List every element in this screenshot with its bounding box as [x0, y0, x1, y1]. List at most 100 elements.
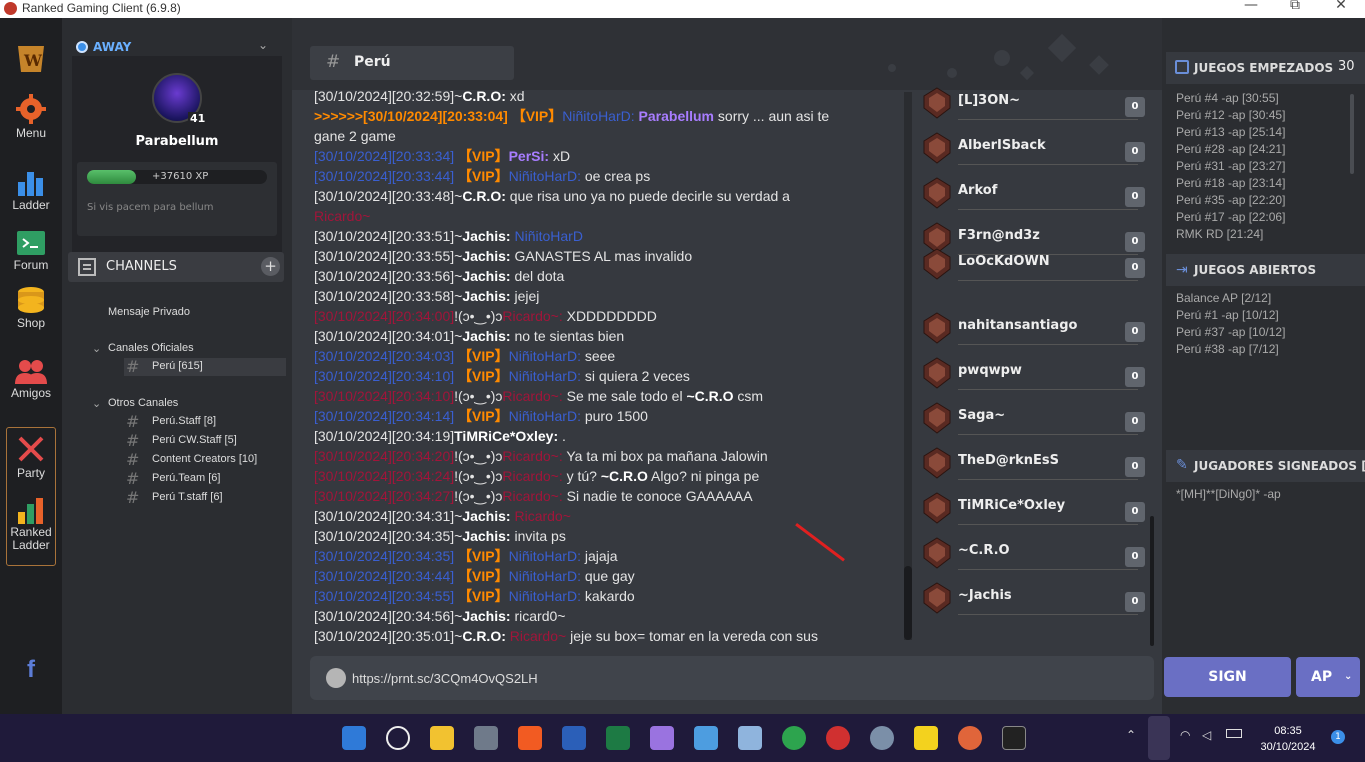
file-explorer-icon[interactable] — [430, 726, 454, 750]
open-game-item[interactable]: Perú #1 -ap [10/12] — [1176, 307, 1279, 324]
message-author[interactable]: Jachis — [462, 268, 506, 284]
started-game-item[interactable]: Perú #18 -ap [23:14] — [1176, 175, 1285, 192]
app-icon[interactable] — [958, 726, 982, 750]
started-game-item[interactable]: Perú #28 -ap [24:21] — [1176, 141, 1285, 158]
user-list-item[interactable]: nahitansantiago 0 — [920, 312, 1150, 352]
calculator-icon[interactable] — [474, 726, 498, 750]
message-author[interactable]: C.R.O — [462, 188, 501, 204]
ranked-ladder-button[interactable]: Ranked Ladder — [0, 496, 62, 552]
add-channel-button[interactable]: + — [261, 257, 280, 276]
started-game-item[interactable]: Perú #17 -ap [22:06] — [1176, 209, 1285, 226]
message-mention[interactable]: ~C.R.O — [686, 388, 733, 404]
message-author[interactable]: C.R.O — [462, 628, 501, 644]
menu-button[interactable]: Menu — [0, 94, 62, 140]
started-games-scrollbar[interactable] — [1350, 94, 1354, 174]
chat-scroll-thumb[interactable] — [904, 566, 912, 640]
message-mention[interactable]: ~C.R.O — [601, 468, 648, 484]
started-game-item[interactable]: Perú #35 -ap [22:20] — [1176, 192, 1285, 209]
chevron-down-icon[interactable]: ⌄ — [92, 342, 101, 355]
status-message[interactable]: Si vis pacem para bellum — [87, 202, 213, 213]
message-mention[interactable]: Parabellum — [639, 108, 714, 124]
ranked-gaming-client-icon[interactable] — [826, 726, 850, 750]
message-author[interactable]: NiñitoHarD — [509, 588, 577, 604]
user-list-item[interactable]: pwqwpw 0 — [920, 357, 1150, 397]
message-author[interactable]: Jachis — [462, 228, 506, 244]
message-author[interactable]: Ricardo~ — [502, 448, 558, 464]
close-button[interactable]: ✕ — [1326, 0, 1356, 13]
facebook-icon[interactable]: f — [0, 656, 62, 684]
started-game-item[interactable]: Perú #13 -ap [25:14] — [1176, 124, 1285, 141]
message-author[interactable]: NiñitoHarD — [509, 168, 577, 184]
signed-player-item[interactable]: *[MH]**[DiNg0]* -ap — [1176, 486, 1281, 503]
message-author[interactable]: NiñitoHarD — [562, 108, 630, 124]
user-list-item[interactable]: Arkof 0 — [920, 177, 1150, 217]
chevron-up-icon[interactable]: ⌃ — [1126, 728, 1136, 742]
message-author[interactable]: NiñitoHarD — [509, 408, 577, 424]
sign-button[interactable]: SIGN — [1164, 657, 1291, 697]
open-game-item[interactable]: Balance AP [2/12] — [1176, 290, 1271, 307]
ap-mode-dropdown[interactable]: AP ⌄ — [1296, 657, 1360, 697]
tab-peru[interactable]: # Perú — [310, 46, 514, 80]
chevron-down-icon[interactable]: ⌄ — [92, 397, 101, 410]
forum-button[interactable]: Forum — [0, 230, 62, 272]
user-list-item[interactable]: TiMRiCe*Oxley 0 — [920, 492, 1150, 532]
media-player-icon[interactable] — [1002, 726, 1026, 750]
windows-start-icon[interactable] — [342, 726, 366, 750]
maximize-button[interactable]: ⧉ — [1280, 0, 1310, 13]
chat-scrollbar[interactable] — [904, 92, 912, 640]
message-author[interactable]: Ricardo~ — [502, 488, 558, 504]
amigos-button[interactable]: Amigos — [0, 358, 62, 400]
message-author[interactable]: C.R.O — [462, 88, 501, 104]
message-input[interactable] — [352, 664, 1132, 692]
excel-icon[interactable] — [606, 726, 630, 750]
message-author[interactable]: Jachis — [462, 528, 506, 544]
tray-feather-icon[interactable] — [1148, 716, 1170, 760]
message-author[interactable]: NiñitoHarD — [509, 368, 577, 384]
feather-app-icon[interactable] — [650, 726, 674, 750]
message-author[interactable]: Jachis — [462, 508, 506, 524]
volume-icon[interactable]: ◁ — [1202, 728, 1211, 742]
party-button[interactable]: Party — [0, 434, 62, 480]
started-game-item[interactable]: Perú #31 -ap [23:27] — [1176, 158, 1285, 175]
sticky-notes-icon[interactable] — [914, 726, 938, 750]
minimize-button[interactable]: — — [1236, 0, 1266, 13]
user-list-scrollbar[interactable] — [1150, 516, 1154, 646]
started-game-item[interactable]: Perú #12 -ap [30:45] — [1176, 107, 1285, 124]
message-author[interactable]: NiñitoHarD — [509, 568, 577, 584]
user-list-item[interactable]: ~Jachis 0 — [920, 582, 1150, 622]
wifi-icon[interactable]: ◠ — [1180, 728, 1190, 742]
battery-icon[interactable] — [1226, 729, 1242, 738]
channel-item-peru[interactable]: # Perú [615] — [124, 357, 286, 376]
message-author[interactable]: Ricardo~ — [502, 468, 558, 484]
message-author[interactable]: Jachis — [462, 288, 506, 304]
user-list-item[interactable]: TheD@rknEsS 0 — [920, 447, 1150, 487]
open-game-item[interactable]: Perú #38 -ap [7/12] — [1176, 341, 1279, 358]
chrome-icon[interactable] — [782, 726, 806, 750]
ladder-button[interactable]: Ladder — [0, 168, 62, 212]
user-list-item[interactable]: 0 — [920, 80, 1150, 82]
brave-browser-icon[interactable] — [518, 726, 542, 750]
message-author[interactable]: Ricardo~ — [502, 388, 558, 404]
private-message-item[interactable]: Mensaje Privado — [108, 306, 190, 318]
message-author[interactable]: Jachis — [462, 248, 506, 264]
message-mention[interactable]: Ricardo~ — [514, 508, 570, 524]
message-author[interactable]: NiñitoHarD — [509, 548, 577, 564]
message-author[interactable]: Ricardo~ — [502, 308, 558, 324]
chevron-down-icon[interactable]: ⌄ — [258, 38, 268, 52]
message-author[interactable]: Ricardo~ — [314, 208, 370, 224]
user-list-item[interactable]: LoOcKdOWN 0 — [920, 248, 1150, 288]
user-list-item[interactable]: AlberISback 0 — [920, 132, 1150, 172]
open-game-item[interactable]: Perú #37 -ap [10/12] — [1176, 324, 1285, 341]
presence-status[interactable]: AWAY — [76, 40, 131, 54]
message-author[interactable]: NiñitoHarD — [509, 348, 577, 364]
shop-button[interactable]: Shop — [0, 286, 62, 330]
user-list-item[interactable]: [L]3ON~ 0 — [920, 87, 1150, 127]
emoji-icon[interactable] — [326, 668, 346, 688]
user-list-item[interactable]: Saga~ 0 — [920, 402, 1150, 442]
started-game-item[interactable]: Perú #4 -ap [30:55] — [1176, 90, 1279, 107]
message-author[interactable]: Jachis — [462, 608, 506, 624]
performance-monitor-icon[interactable] — [738, 726, 762, 750]
other-channels-group[interactable]: Otros Canales — [108, 397, 178, 409]
started-game-item[interactable]: RMK RD [21:24] — [1176, 226, 1263, 243]
search-icon[interactable] — [386, 726, 410, 750]
